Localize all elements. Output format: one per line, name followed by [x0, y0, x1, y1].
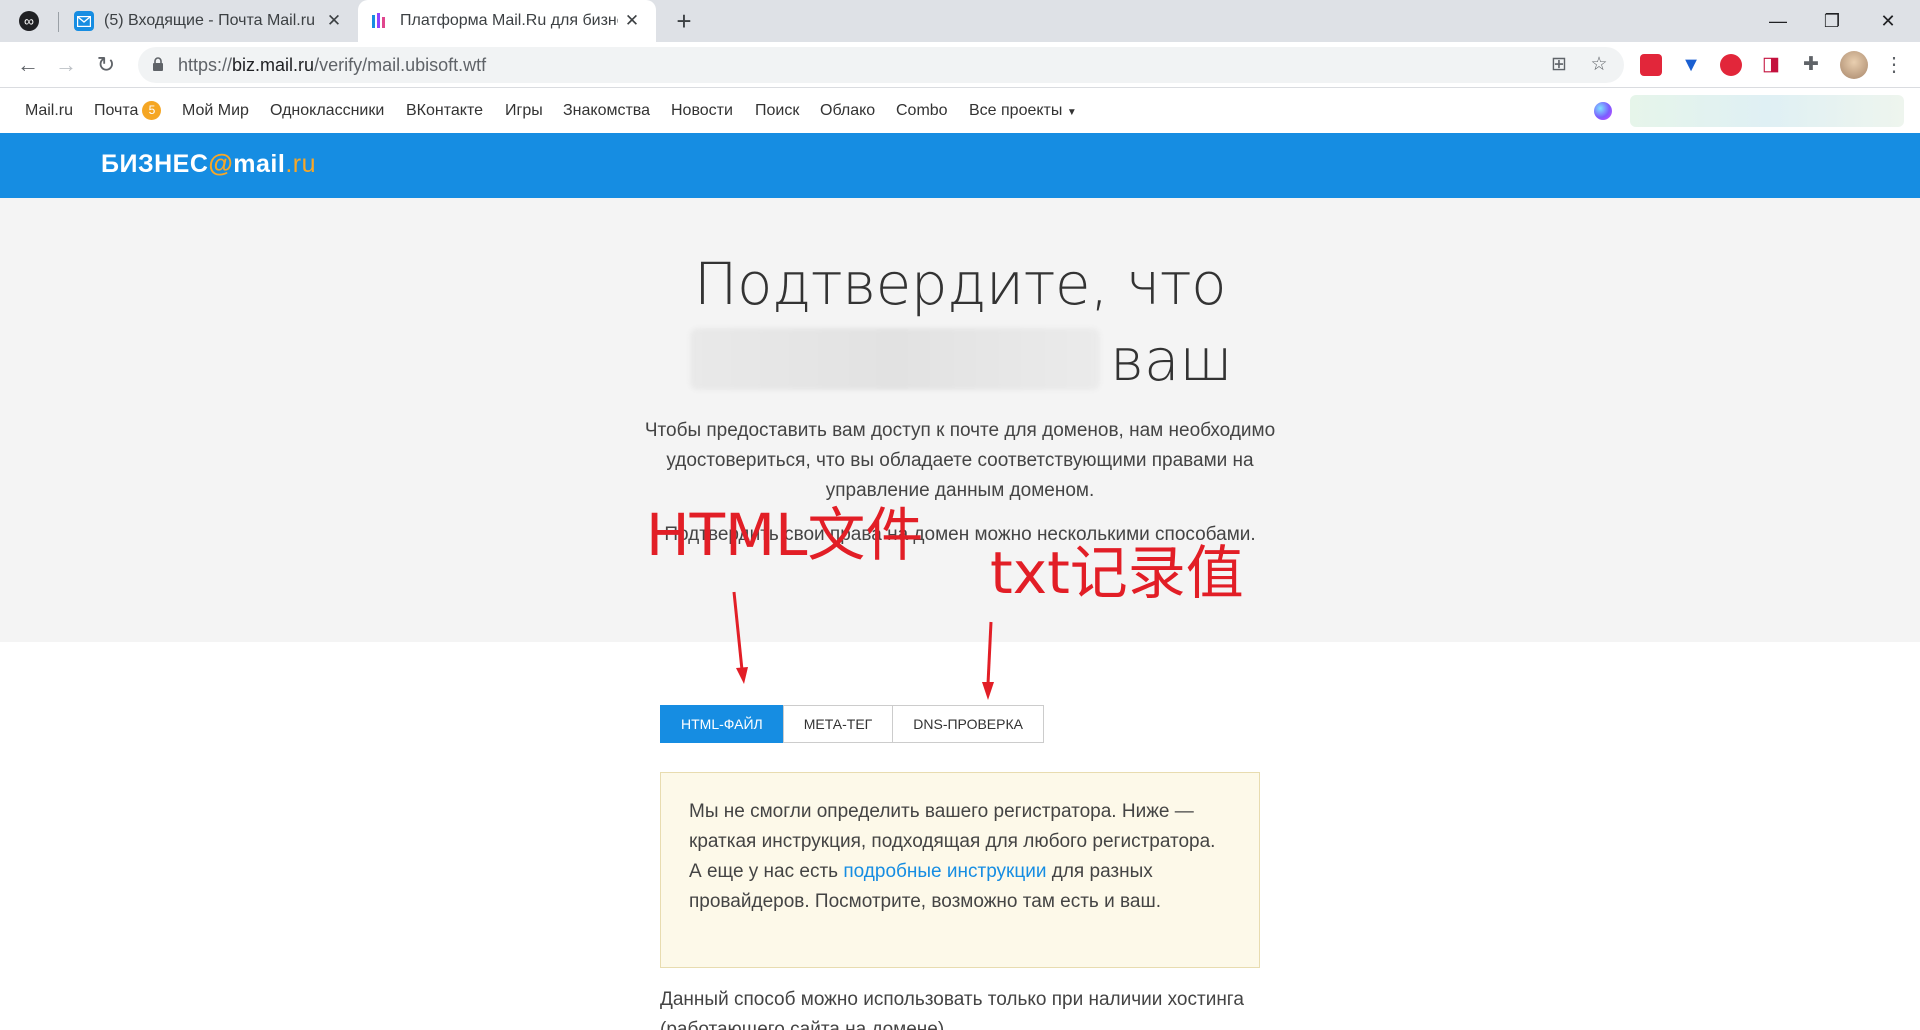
extensions-icon[interactable]: ✚	[1800, 54, 1822, 76]
portal-link-vkontakte[interactable]: ВКонтакте	[406, 89, 483, 133]
tab-separator	[58, 12, 59, 32]
logo-text: БИЗНЕС	[101, 150, 209, 178]
detailed-instructions-link[interactable]: подробные инструкции	[843, 861, 1046, 882]
user-account-area[interactable]	[1630, 95, 1904, 127]
extension-v-icon[interactable]: ▼	[1680, 54, 1702, 76]
all-projects-label: Все проекты	[969, 102, 1063, 119]
domain-name-redacted	[690, 328, 1100, 390]
forward-icon[interactable]: →	[52, 51, 80, 79]
portal-link-poisk[interactable]: Поиск	[755, 89, 799, 133]
tab-biz-platform[interactable]: Платформа Mail.Ru для бизнеса ✕	[358, 0, 656, 42]
annotation-html-file: HTML文件	[646, 501, 924, 569]
extension-red-icon[interactable]	[1640, 54, 1662, 76]
hero-section: Подтвердите, что ваш Чтобы предоставить …	[0, 198, 1920, 642]
method-description: Данный способ можно использовать только …	[660, 989, 1244, 1030]
close-icon[interactable]: ✕	[324, 11, 344, 31]
unread-badge: 5	[142, 101, 162, 120]
portal-link-odnoklassniki[interactable]: Одноклассники	[270, 89, 384, 133]
verification-method-tabs: HTML-файл Мета-тег DNS-проверка	[660, 705, 1044, 743]
portal-link-combo[interactable]: Combo	[896, 89, 948, 133]
portal-link-oblako[interactable]: Облако	[820, 89, 875, 133]
tab-title: (5) Входящие - Почта Mail.ru	[104, 12, 315, 29]
annotation-txt-record: txt记录值	[990, 539, 1244, 607]
window-close-icon[interactable]: ✕	[1871, 6, 1905, 36]
pinned-tab[interactable]: ∞	[14, 0, 54, 42]
browser-toolbar: ← → ↻ https://biz.mail.ru/verify/mail.ub…	[0, 42, 1920, 88]
lock-icon[interactable]	[152, 57, 164, 77]
translate-icon[interactable]: ⊞	[1548, 54, 1570, 76]
bookmark-icon[interactable]: ◨	[1760, 54, 1782, 76]
tab-dns-check[interactable]: DNS-проверка	[892, 705, 1044, 743]
portal-link-novosti[interactable]: Новости	[671, 89, 733, 133]
tab-meta-tag[interactable]: Мета-тег	[782, 705, 894, 743]
page-title-word: ваш	[1110, 326, 1233, 394]
reload-icon[interactable]: ↻	[92, 51, 120, 79]
portal-link-all-projects[interactable]: Все проекты ▼	[969, 89, 1077, 133]
menu-icon[interactable]: ⋮	[1880, 51, 1908, 79]
close-icon[interactable]: ✕	[622, 11, 642, 31]
caret-down-icon: ▼	[1066, 107, 1077, 118]
new-tab-plus-icon[interactable]: +	[670, 8, 698, 36]
infinity-icon: ∞	[19, 11, 39, 31]
mail-icon	[74, 11, 94, 31]
address-bar[interactable]: https://biz.mail.ru/verify/mail.ubisoft.…	[138, 47, 1624, 83]
portal-link-pochta[interactable]: Почта 5	[94, 89, 162, 133]
extension-tomato-icon[interactable]	[1720, 54, 1742, 76]
tab-html-file[interactable]: HTML-файл	[660, 705, 784, 743]
registrar-notice: Мы не смогли определить вашего регистрат…	[660, 772, 1260, 968]
biz-mail-logo[interactable]: БИЗНЕС@mail.ru	[101, 150, 316, 179]
portal-link-igry[interactable]: Игры	[505, 89, 543, 133]
portal-nav-bar: Mail.ru Почта 5 Мой Мир Одноклассники ВКо…	[0, 89, 1920, 133]
marusia-orb-icon[interactable]	[1594, 102, 1612, 120]
profile-avatar[interactable]	[1840, 51, 1868, 79]
logo-text: .ru	[285, 150, 316, 178]
restore-icon[interactable]: ❐	[1815, 6, 1849, 36]
portal-link-moy-mir[interactable]: Мой Мир	[182, 89, 249, 133]
tab-title: Платформа Mail.Ru для бизнеса	[400, 12, 618, 29]
page-title-line2: ваш	[0, 326, 1920, 394]
biz-platform-icon	[370, 11, 390, 31]
star-icon[interactable]: ☆	[1588, 54, 1610, 76]
url-text: https://biz.mail.ru/verify/mail.ubisoft.…	[178, 55, 487, 75]
logo-at: @	[208, 150, 234, 178]
back-icon[interactable]: ←	[14, 51, 42, 79]
portal-link-mailru[interactable]: Mail.ru	[25, 89, 73, 133]
tab-mail-inbox[interactable]: (5) Входящие - Почта Mail.ru ✕	[62, 0, 358, 42]
minimize-icon[interactable]: —	[1761, 6, 1795, 36]
page-title: Подтвердите, что	[693, 250, 1227, 318]
logo-text: mail	[233, 150, 286, 178]
biz-header: БИЗНЕС@mail.ru	[0, 133, 1920, 198]
browser-tab-strip: ∞ (5) Входящие - Почта Mail.ru ✕ Платфор…	[0, 0, 1920, 42]
portal-link-label: Почта	[94, 102, 139, 119]
portal-link-znakomstva[interactable]: Знакомства	[563, 89, 650, 133]
